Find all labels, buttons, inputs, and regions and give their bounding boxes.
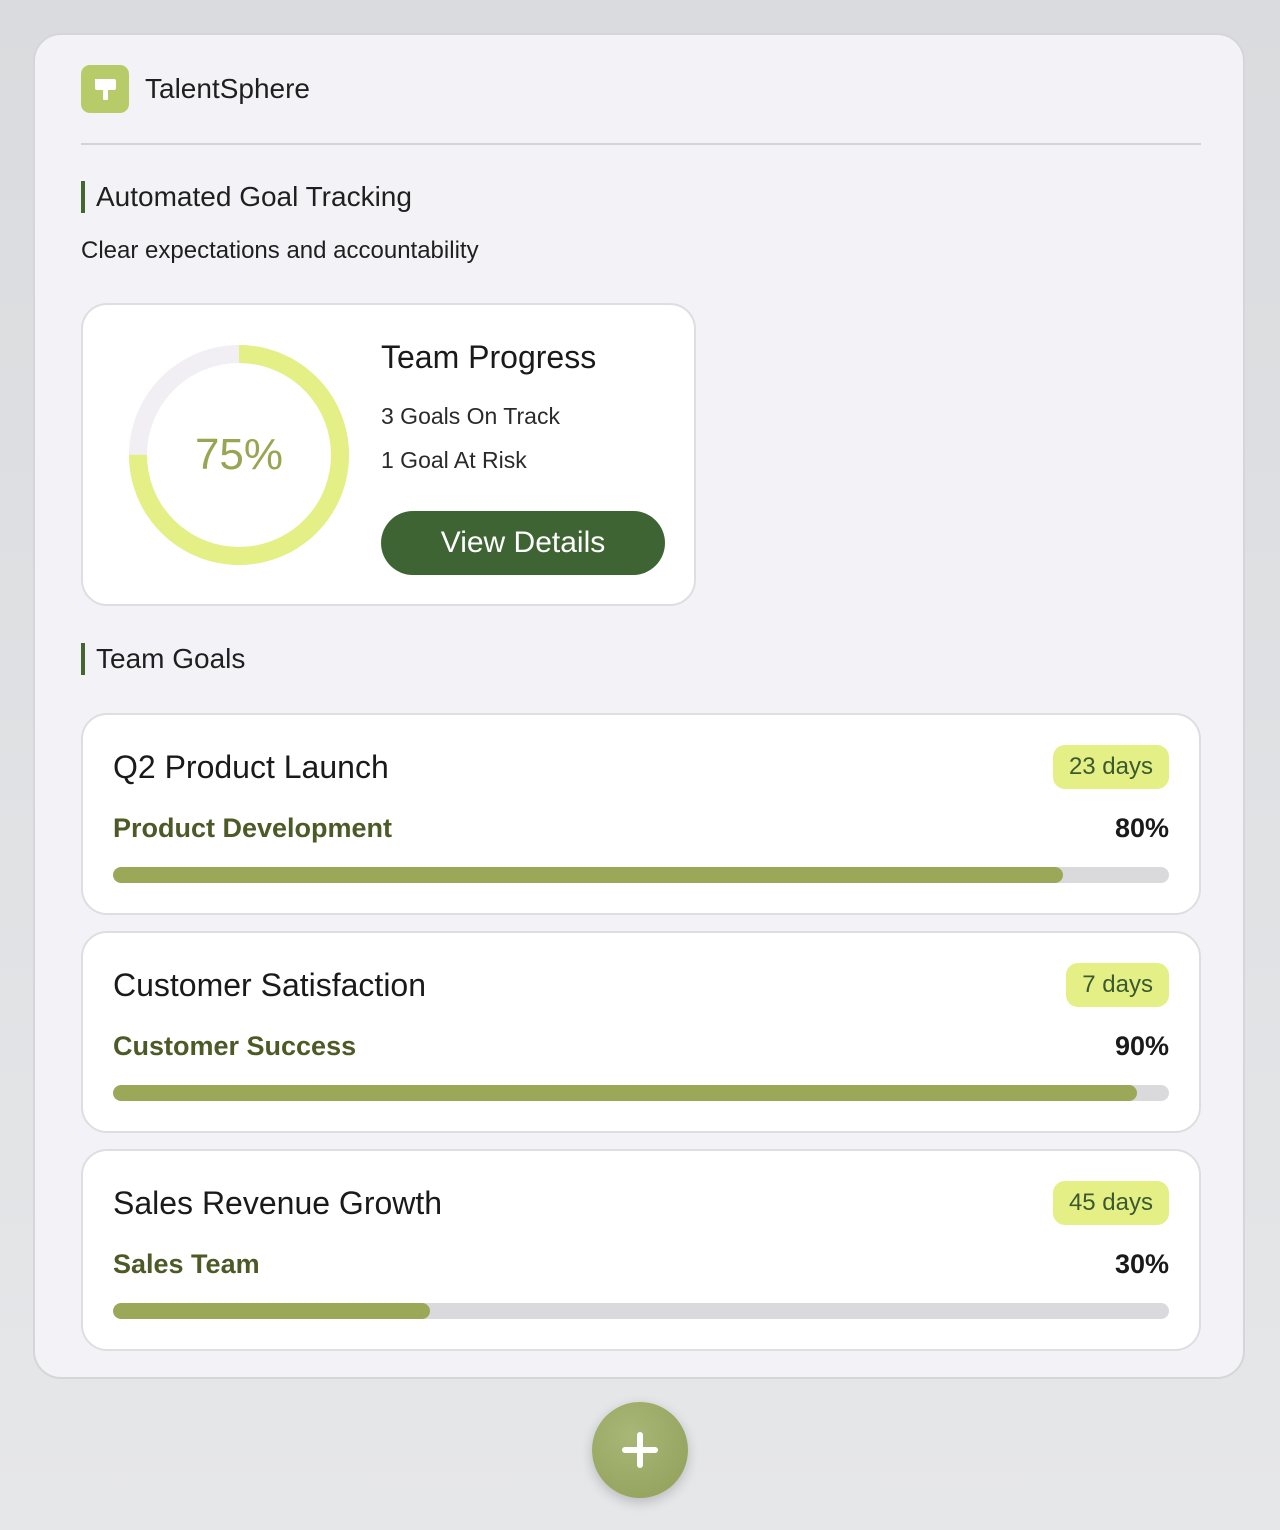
progress-percent: 75%: [194, 430, 284, 479]
team-goals-title: Team Goals: [81, 643, 245, 675]
view-details-button[interactable]: View Details: [381, 511, 665, 575]
add-goal-button[interactable]: [592, 1402, 688, 1498]
days-remaining-badge: 7 days: [1066, 963, 1169, 1007]
section-subtitle: Clear expectations and accountability: [81, 237, 479, 264]
team-progress-title: Team Progress: [381, 339, 597, 375]
goal-percent: 80%: [1114, 813, 1169, 843]
section-title: Automated Goal Tracking: [81, 181, 412, 213]
goal-progress-fill: [113, 1303, 430, 1319]
goal-progress-fill: [113, 867, 1064, 883]
goal-progress-bar: [113, 1085, 1169, 1101]
plus-icon: [622, 1432, 658, 1468]
goal-title: Q2 Product Launch: [113, 749, 389, 785]
goal-title: Sales Revenue Growth: [113, 1185, 443, 1221]
goal-tracking-panel: TalentSphere Automated Goal Tracking Cle…: [33, 33, 1245, 1379]
goal-team: Product Development: [113, 813, 393, 843]
team-progress-card: 75% Team Progress 3 Goals On Track 1 Goa…: [81, 303, 696, 606]
goal-card[interactable]: Q2 Product Launch 23 days Product Develo…: [81, 713, 1201, 915]
goal-progress-bar: [113, 867, 1169, 883]
header-divider: [81, 143, 1201, 145]
days-remaining-badge: 23 days: [1052, 745, 1169, 789]
goals-at-risk: 1 Goal At Risk: [381, 447, 527, 473]
talentsphere-logo-icon: [81, 65, 129, 113]
goal-title: Customer Satisfaction: [113, 967, 427, 1003]
goals-on-track: 3 Goals On Track: [381, 403, 560, 429]
days-remaining-badge: 45 days: [1052, 1181, 1169, 1225]
goal-progress-fill: [113, 1085, 1138, 1101]
goal-team: Sales Team: [113, 1249, 260, 1279]
goal-card[interactable]: Sales Revenue Growth 45 days Sales Team …: [81, 1149, 1201, 1351]
brand[interactable]: TalentSphere: [81, 65, 310, 113]
goal-percent: 90%: [1114, 1031, 1169, 1061]
goal-team: Customer Success: [113, 1031, 357, 1061]
goal-card[interactable]: Customer Satisfaction 7 days Customer Su…: [81, 931, 1201, 1133]
goal-progress-bar: [113, 1303, 1169, 1319]
brand-name: TalentSphere: [145, 73, 311, 104]
goal-percent: 30%: [1114, 1249, 1169, 1279]
